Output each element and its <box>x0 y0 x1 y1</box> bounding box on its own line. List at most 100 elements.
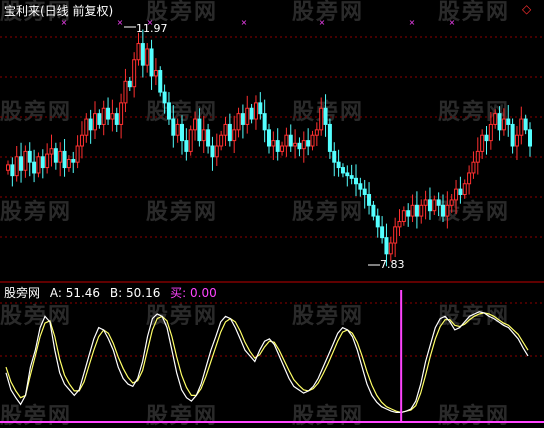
candle-body <box>6 164 10 171</box>
marker-x: × <box>319 18 326 27</box>
candle-body <box>79 134 84 147</box>
candle-body <box>497 113 502 131</box>
candle-body <box>219 134 224 147</box>
candle-body <box>210 145 215 158</box>
candle-body <box>132 59 137 88</box>
candle-body <box>410 204 415 217</box>
candle-body <box>445 204 450 217</box>
candle-body <box>458 188 463 196</box>
candle-body <box>354 177 358 185</box>
candle-body <box>397 220 402 228</box>
candle-body <box>119 102 124 125</box>
candle-body <box>53 148 58 163</box>
indicator-name[interactable]: 股旁网 <box>4 286 40 300</box>
candle-body <box>253 102 258 120</box>
candle-body <box>419 204 424 217</box>
candle-body <box>310 134 315 147</box>
candle-body <box>462 183 467 196</box>
candle-body <box>501 118 506 131</box>
candle-body <box>297 142 302 150</box>
chart-title: 宝利来(日线 前复权) <box>4 4 114 18</box>
candle-body <box>45 153 50 169</box>
candle-body <box>71 158 76 163</box>
candle-body <box>293 142 298 147</box>
candle-body <box>166 102 171 120</box>
marker-x: × <box>449 18 456 27</box>
candle-body <box>201 129 206 142</box>
candle-body <box>288 134 293 147</box>
candle-body <box>197 118 202 142</box>
candle-body <box>97 113 102 125</box>
candle-body <box>493 113 498 125</box>
candle-body <box>358 183 363 190</box>
candle-body <box>227 123 232 142</box>
candle-body <box>214 145 219 158</box>
corner-diamond-icon[interactable]: ◇ <box>522 2 531 16</box>
candle-body <box>432 199 437 212</box>
candle-body <box>110 113 115 120</box>
candle-body <box>314 129 319 136</box>
candle-body <box>140 43 145 66</box>
annotations <box>124 26 380 266</box>
indicator-buy-value: 买: 0.00 <box>170 286 217 300</box>
candle-body <box>19 156 24 171</box>
candle-body <box>471 161 476 174</box>
candle-body <box>423 199 428 206</box>
candle-body <box>101 107 106 125</box>
candle-body <box>306 140 311 147</box>
candle-body <box>510 123 515 147</box>
candle-body <box>93 113 97 131</box>
candle-body <box>414 204 419 217</box>
candle-body <box>123 80 128 104</box>
top-markers: × × × × × × × <box>61 18 456 27</box>
candle-body <box>388 242 393 255</box>
candle-body <box>32 161 37 174</box>
marker-x: × <box>409 18 416 27</box>
candle-body <box>223 123 228 136</box>
candle-body <box>114 113 119 125</box>
candle-body <box>149 48 154 77</box>
candle-body <box>27 150 32 163</box>
candle-body <box>371 204 376 217</box>
candle-body <box>340 167 345 174</box>
candle-body <box>267 129 271 147</box>
candle-body <box>336 161 341 169</box>
indicator-legend: 股旁网 A: 51.46 B: 50.16 买: 0.00 <box>4 286 217 300</box>
candle-body <box>480 134 485 152</box>
candle-body <box>162 91 167 104</box>
candle-body <box>488 123 493 142</box>
candle-body <box>23 150 28 171</box>
candle-body <box>175 123 180 136</box>
marker-x: × <box>241 18 248 27</box>
candle-body <box>258 102 263 115</box>
indicator-a-line <box>5 311 529 413</box>
candle-body <box>449 199 454 206</box>
candle-body <box>249 107 254 120</box>
candle-body <box>180 123 184 142</box>
candle-body <box>301 140 306 150</box>
candle-body <box>380 226 385 239</box>
candle-body <box>193 118 198 131</box>
indicator-b-value: B: 50.16 <box>109 286 161 300</box>
candle-body <box>10 164 15 177</box>
candle-body <box>401 210 406 222</box>
candle-body <box>375 215 380 228</box>
candle-body <box>145 48 150 66</box>
candle-body <box>106 107 111 120</box>
candle-body <box>171 118 176 136</box>
candle-body <box>528 129 532 147</box>
max-price-label: 11.97 <box>136 22 168 35</box>
marker-x: × <box>117 18 124 27</box>
candle-body <box>367 194 372 206</box>
candle-body <box>327 123 332 152</box>
candle-body <box>245 107 250 125</box>
candle-body <box>332 150 337 163</box>
chart-canvas: × × × × × × × <box>0 18 544 423</box>
candle-body <box>75 145 80 163</box>
candle-body <box>188 129 193 152</box>
stock-chart-window: { "title": "宝利来(日线 前复权)", "watermark": "… <box>0 0 544 428</box>
candle-body <box>454 188 459 201</box>
candle-body <box>158 70 163 93</box>
candle-body <box>271 140 276 147</box>
candle-body <box>284 134 289 147</box>
